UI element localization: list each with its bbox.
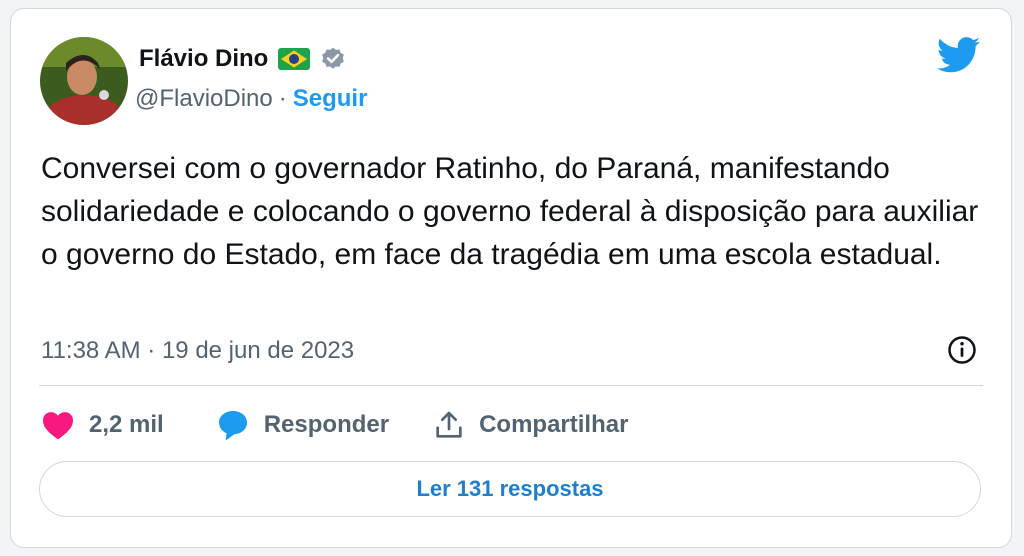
reply-button[interactable]: Responder	[216, 409, 389, 441]
separator-dot: ·	[278, 85, 287, 112]
verified-badge-icon	[322, 47, 345, 69]
avatar[interactable]	[40, 37, 128, 125]
tweet-actions: 2,2 mil Responder Compartilhar	[41, 405, 628, 445]
author-handle[interactable]: @FlavioDino	[135, 85, 273, 113]
brazil-flag-icon	[278, 48, 311, 70]
follow-button[interactable]: Seguir	[293, 85, 368, 113]
divider	[39, 385, 983, 386]
read-replies-button[interactable]: Ler 131 respostas	[39, 461, 981, 517]
reply-label: Responder	[263, 411, 390, 438]
reply-bubble-icon	[218, 411, 247, 440]
tweet-card: Flávio Dino @FlavioDino · Seguir Convers…	[10, 8, 1012, 548]
share-label: Compartilhar	[479, 411, 629, 438]
likes-count: 2,2 mil	[89, 411, 164, 438]
share-button[interactable]: Compartilhar	[433, 409, 628, 441]
author-name-row: Flávio Dino	[139, 45, 346, 73]
author-name[interactable]: Flávio Dino	[139, 45, 268, 73]
tweet-text: Conversei com o governador Ratinho, do P…	[41, 152, 979, 271]
tweet-timestamp[interactable]: 11:38 AM · 19 de jun de 2023	[41, 337, 354, 365]
info-icon[interactable]	[947, 335, 977, 365]
heart-icon	[43, 412, 73, 440]
share-icon	[436, 411, 462, 438]
handle-row: @FlavioDino · Seguir	[135, 85, 367, 113]
like-button[interactable]: 2,2 mil	[41, 410, 164, 440]
twitter-bird-icon[interactable]	[937, 37, 981, 73]
